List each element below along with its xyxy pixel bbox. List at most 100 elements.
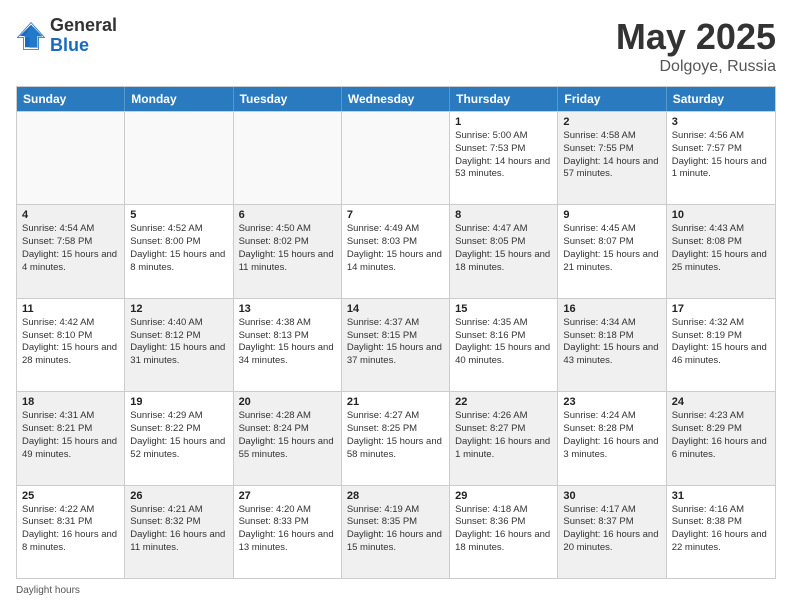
cal-cell: 6Sunrise: 4:50 AMSunset: 8:02 PMDaylight…	[234, 205, 342, 297]
daylight-text: Daylight: 14 hours and 57 minutes.	[563, 156, 660, 182]
day-number: 25	[22, 490, 119, 502]
cal-cell: 8Sunrise: 4:47 AMSunset: 8:05 PMDaylight…	[450, 205, 558, 297]
daylight-text: Daylight: 16 hours and 11 minutes.	[130, 529, 227, 555]
cal-header-cell: Wednesday	[342, 87, 450, 111]
day-number: 13	[239, 303, 336, 315]
sunrise-text: Sunrise: 4:35 AM	[455, 317, 552, 330]
daylight-text: Daylight: 15 hours and 55 minutes.	[239, 436, 336, 462]
sunrise-text: Sunrise: 4:40 AM	[130, 317, 227, 330]
daylight-text: Daylight: 15 hours and 28 minutes.	[22, 342, 119, 368]
daylight-text: Daylight: 16 hours and 13 minutes.	[239, 529, 336, 555]
cal-cell	[125, 112, 233, 204]
cal-cell: 28Sunrise: 4:19 AMSunset: 8:35 PMDayligh…	[342, 486, 450, 578]
sunset-text: Sunset: 8:25 PM	[347, 423, 444, 436]
sunrise-text: Sunrise: 4:16 AM	[672, 504, 770, 517]
day-number: 8	[455, 209, 552, 221]
day-number: 19	[130, 396, 227, 408]
cal-cell: 9 Sunrise: 4:45 AMSunset: 8:07 PMDaylight…	[558, 205, 666, 297]
daylight-text: Daylight: 15 hours and 21 minutes.	[563, 249, 660, 275]
day-number: 30	[563, 490, 660, 502]
title-block: May 2025 Dolgoye, Russia	[616, 16, 776, 76]
daylight-text: Daylight: 16 hours and 15 minutes.	[347, 529, 444, 555]
sunrise-text: Sunrise: 4:45 AM	[563, 223, 660, 236]
daylight-text: Daylight: 15 hours and 18 minutes.	[455, 249, 552, 275]
day-number: 18	[22, 396, 119, 408]
sunset-text: Sunset: 7:53 PM	[455, 143, 552, 156]
daylight-text: Daylight: 15 hours and 46 minutes.	[672, 342, 770, 368]
cal-cell: 22Sunrise: 4:26 AMSunset: 8:27 PMDayligh…	[450, 392, 558, 484]
day-number: 27	[239, 490, 336, 502]
day-number: 3	[672, 116, 770, 128]
sunrise-text: Sunrise: 4:38 AM	[239, 317, 336, 330]
cal-cell: 23Sunrise: 4:24 AMSunset: 8:28 PMDayligh…	[558, 392, 666, 484]
cal-cell: 4 Sunrise: 4:54 AMSunset: 7:58 PMDaylight…	[17, 205, 125, 297]
cal-cell: 5Sunrise: 4:52 AMSunset: 8:00 PMDaylight…	[125, 205, 233, 297]
page: General Blue May 2025 Dolgoye, Russia Su…	[0, 0, 792, 612]
daylight-text: Daylight: 16 hours and 18 minutes.	[455, 529, 552, 555]
daylight-text: Daylight: 16 hours and 20 minutes.	[563, 529, 660, 555]
sunset-text: Sunset: 8:07 PM	[563, 236, 660, 249]
calendar-body: 1Sunrise: 5:00 AMSunset: 7:53 PMDaylight…	[17, 111, 775, 578]
day-number: 5	[130, 209, 227, 221]
cal-header-cell: Friday	[558, 87, 666, 111]
cal-header-cell: Thursday	[450, 87, 558, 111]
sunset-text: Sunset: 8:35 PM	[347, 516, 444, 529]
sunset-text: Sunset: 7:55 PM	[563, 143, 660, 156]
sunrise-text: Sunrise: 4:17 AM	[563, 504, 660, 517]
cal-cell: 11 Sunrise: 4:42 AMSunset: 8:10 PMDayligh…	[17, 299, 125, 391]
sunset-text: Sunset: 8:33 PM	[239, 516, 336, 529]
cal-cell: 25Sunrise: 4:22 AMSunset: 8:31 PMDayligh…	[17, 486, 125, 578]
sunrise-text: Sunrise: 4:49 AM	[347, 223, 444, 236]
cal-cell	[17, 112, 125, 204]
day-number: 29	[455, 490, 552, 502]
footer-text: Daylight hours	[16, 585, 80, 596]
cal-cell: 3Sunrise: 4:56 AMSunset: 7:57 PMDaylight…	[667, 112, 775, 204]
title-location: Dolgoye, Russia	[616, 58, 776, 76]
cal-cell: 7Sunrise: 4:49 AMSunset: 8:03 PMDaylight…	[342, 205, 450, 297]
day-number: 23	[563, 396, 660, 408]
cal-cell: 15Sunrise: 4:35 AMSunset: 8:16 PMDayligh…	[450, 299, 558, 391]
cal-cell: 18Sunrise: 4:31 AMSunset: 8:21 PMDayligh…	[17, 392, 125, 484]
sunset-text: Sunset: 7:58 PM	[22, 236, 119, 249]
day-number: 9	[563, 209, 660, 221]
sunset-text: Sunset: 8:22 PM	[130, 423, 227, 436]
day-number: 17	[672, 303, 770, 315]
day-number: 11	[22, 303, 119, 315]
sunset-text: Sunset: 8:31 PM	[22, 516, 119, 529]
sunrise-text: Sunrise: 5:00 AM	[455, 130, 552, 143]
daylight-text: Daylight: 15 hours and 49 minutes.	[22, 436, 119, 462]
sunset-text: Sunset: 7:57 PM	[672, 143, 770, 156]
daylight-text: Daylight: 15 hours and 1 minute.	[672, 156, 770, 182]
sunset-text: Sunset: 8:10 PM	[22, 330, 119, 343]
cal-cell: 31Sunrise: 4:16 AMSunset: 8:38 PMDayligh…	[667, 486, 775, 578]
daylight-text: Daylight: 15 hours and 58 minutes.	[347, 436, 444, 462]
sunset-text: Sunset: 8:00 PM	[130, 236, 227, 249]
cal-row: 25Sunrise: 4:22 AMSunset: 8:31 PMDayligh…	[17, 485, 775, 578]
daylight-text: Daylight: 15 hours and 37 minutes.	[347, 342, 444, 368]
day-number: 6	[239, 209, 336, 221]
day-number: 2	[563, 116, 660, 128]
cal-cell	[234, 112, 342, 204]
day-number: 4	[22, 209, 119, 221]
sunset-text: Sunset: 8:37 PM	[563, 516, 660, 529]
cal-cell: 14Sunrise: 4:37 AMSunset: 8:15 PMDayligh…	[342, 299, 450, 391]
cal-cell	[342, 112, 450, 204]
daylight-text: Daylight: 15 hours and 40 minutes.	[455, 342, 552, 368]
logo-icon	[16, 21, 46, 51]
daylight-text: Daylight: 15 hours and 4 minutes.	[22, 249, 119, 275]
sunset-text: Sunset: 8:03 PM	[347, 236, 444, 249]
day-number: 12	[130, 303, 227, 315]
sunrise-text: Sunrise: 4:29 AM	[130, 410, 227, 423]
sunrise-text: Sunrise: 4:42 AM	[22, 317, 119, 330]
daylight-text: Daylight: 15 hours and 43 minutes.	[563, 342, 660, 368]
day-number: 24	[672, 396, 770, 408]
cal-cell: 1Sunrise: 5:00 AMSunset: 7:53 PMDaylight…	[450, 112, 558, 204]
sunrise-text: Sunrise: 4:54 AM	[22, 223, 119, 236]
day-number: 16	[563, 303, 660, 315]
cal-cell: 12Sunrise: 4:40 AMSunset: 8:12 PMDayligh…	[125, 299, 233, 391]
sunrise-text: Sunrise: 4:20 AM	[239, 504, 336, 517]
sunset-text: Sunset: 8:13 PM	[239, 330, 336, 343]
day-number: 20	[239, 396, 336, 408]
sunset-text: Sunset: 8:18 PM	[563, 330, 660, 343]
cal-header-cell: Monday	[125, 87, 233, 111]
